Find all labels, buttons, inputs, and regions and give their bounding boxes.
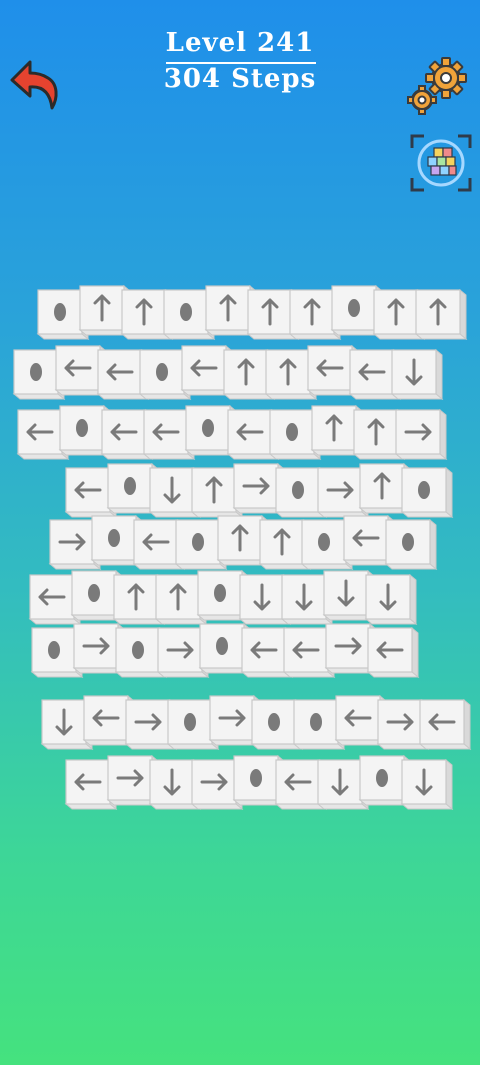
dot-icon	[214, 584, 226, 602]
dot-icon	[132, 641, 144, 659]
dot-icon	[202, 419, 214, 437]
cube-tile[interactable]	[400, 466, 454, 519]
dot-icon	[250, 769, 262, 787]
dot-icon	[76, 419, 88, 437]
dot-icon	[348, 299, 360, 317]
dot-icon	[54, 303, 66, 321]
dot-icon	[216, 637, 228, 655]
cube-puzzle-board[interactable]	[0, 0, 480, 1065]
cube-tile[interactable]	[390, 348, 444, 401]
cube-tile[interactable]	[414, 288, 468, 341]
dot-icon	[180, 303, 192, 321]
dot-icon	[48, 641, 60, 659]
dot-icon	[376, 769, 388, 787]
dot-icon	[88, 584, 100, 602]
dot-icon	[192, 533, 204, 551]
cube-tile[interactable]	[400, 758, 454, 811]
cube-tile[interactable]	[418, 698, 472, 751]
cube-tile[interactable]	[394, 408, 448, 461]
dot-icon	[292, 481, 304, 499]
dot-icon	[108, 529, 120, 547]
dot-icon	[286, 423, 298, 441]
dot-icon	[402, 533, 414, 551]
dot-icon	[156, 363, 168, 381]
dot-icon	[418, 481, 430, 499]
dot-icon	[310, 713, 322, 731]
cube-tile[interactable]	[384, 518, 438, 571]
dot-icon	[268, 713, 280, 731]
dot-icon	[30, 363, 42, 381]
dot-icon	[124, 477, 136, 495]
cube-tile[interactable]	[366, 626, 420, 679]
cube-tile[interactable]	[364, 573, 418, 626]
dot-icon	[184, 713, 196, 731]
dot-icon	[318, 533, 330, 551]
